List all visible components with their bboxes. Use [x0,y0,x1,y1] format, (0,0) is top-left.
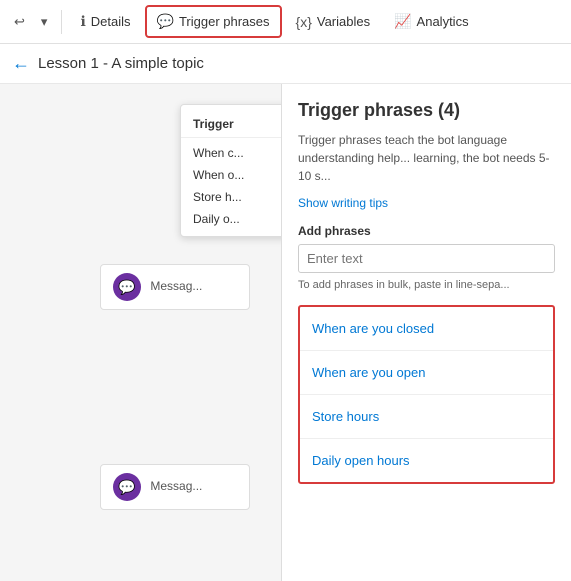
phrase-input[interactable] [298,244,555,273]
trigger-item-1[interactable]: When o... [181,164,281,186]
message-node-1[interactable]: 💬 Messag... [100,264,250,310]
panel-title: Trigger phrases (4) [298,100,555,121]
phrase-item-1[interactable]: When are you open [300,351,553,395]
phrase-item-0[interactable]: When are you closed [300,307,553,351]
main-area: Trigger When c... When o... Store h... D… [0,84,571,581]
more-button[interactable]: ▾ [35,8,54,36]
chevron-down-icon: ▾ [41,14,48,30]
trigger-dropdown-header: Trigger [181,111,281,138]
canvas: Trigger When c... When o... Store h... D… [0,84,281,581]
details-button[interactable]: ℹ Details [70,7,140,36]
analytics-icon: 📈 [394,13,411,30]
breadcrumb: ← Lesson 1 - A simple topic [0,44,571,84]
undo-icon: ↩ [14,14,25,30]
info-icon: ℹ [80,13,85,30]
phrase-item-2[interactable]: Store hours [300,395,553,439]
message-node-2[interactable]: 💬 Messag... [100,464,250,510]
message-label-1: Messag... [150,279,202,293]
trigger-phrases-label: Trigger phrases [179,14,270,29]
undo-button[interactable]: ↩ [8,8,31,36]
panel-description: Trigger phrases teach the bot language u… [298,131,555,185]
trigger-dropdown: Trigger When c... When o... Store h... D… [180,104,281,237]
analytics-button[interactable]: 📈 Analytics [384,7,478,36]
variables-icon: {x} [296,14,312,30]
message-label-2: Messag... [150,479,202,493]
trigger-item-0[interactable]: When c... [181,142,281,164]
toolbar-divider [61,10,62,34]
page-title: Lesson 1 - A simple topic [38,55,204,72]
toolbar: ↩ ▾ ℹ Details 💬 Trigger phrases {x} Vari… [0,0,571,44]
phrases-list: When are you closed When are you open St… [298,305,555,484]
details-label: Details [91,14,131,29]
analytics-label: Analytics [417,14,469,29]
message-icon-1: 💬 [113,273,141,301]
trigger-icon: 💬 [157,13,174,30]
variables-label: Variables [317,14,370,29]
bulk-hint: To add phrases in bulk, paste in line-se… [298,279,555,291]
back-button[interactable]: ← [12,53,30,74]
variables-button[interactable]: {x} Variables [286,8,381,36]
phrase-item-3[interactable]: Daily open hours [300,439,553,482]
trigger-item-3[interactable]: Daily o... [181,208,281,230]
right-panel: Trigger phrases (4) Trigger phrases teac… [281,84,571,581]
trigger-phrases-button[interactable]: 💬 Trigger phrases [145,5,282,38]
show-tips-link[interactable]: Show writing tips [298,196,388,210]
message-icon-2: 💬 [113,473,141,501]
add-phrases-label: Add phrases [298,224,555,238]
trigger-item-2[interactable]: Store h... [181,186,281,208]
